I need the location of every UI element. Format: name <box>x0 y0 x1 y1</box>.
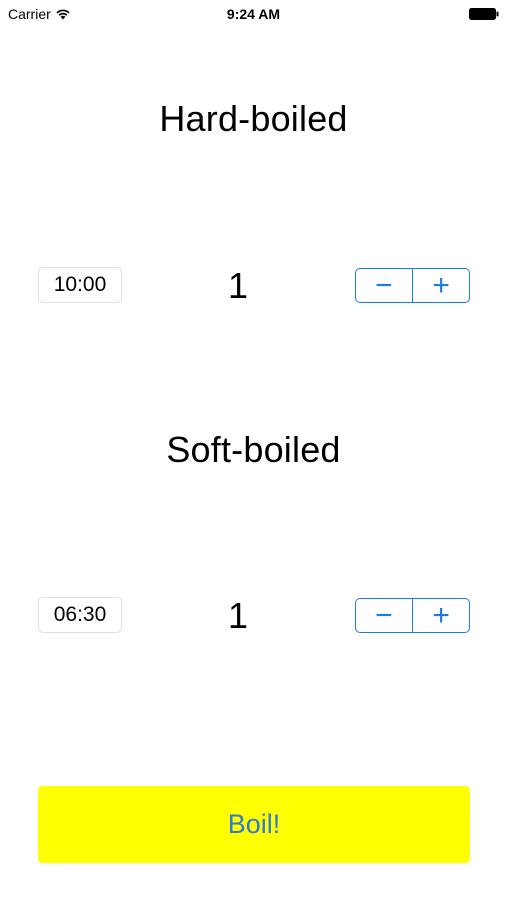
status-clock: 9:24 AM <box>226 6 281 22</box>
count-label-hard-boiled: 1 <box>227 265 249 306</box>
boil-button[interactable]: Boil! <box>38 786 470 863</box>
timer-field-soft-boiled[interactable]: 06:30 <box>38 597 122 633</box>
stepper-soft-boiled: − + <box>355 598 470 633</box>
count-label-soft-boiled: 1 <box>227 595 249 636</box>
decrement-button-hard-boiled[interactable]: − <box>356 269 412 302</box>
increment-button-soft-boiled[interactable]: + <box>413 599 469 632</box>
status-bar: Carrier 9:24 AM <box>0 0 507 28</box>
increment-button-hard-boiled[interactable]: + <box>413 269 469 302</box>
stepper-hard-boiled: − + <box>355 268 470 303</box>
timer-field-hard-boiled[interactable]: 10:00 <box>38 267 122 303</box>
section-title-soft-boiled: Soft-boiled <box>166 429 341 470</box>
battery-icon <box>469 8 499 20</box>
section-title-hard-boiled: Hard-boiled <box>159 98 348 139</box>
decrement-button-soft-boiled[interactable]: − <box>356 599 412 632</box>
